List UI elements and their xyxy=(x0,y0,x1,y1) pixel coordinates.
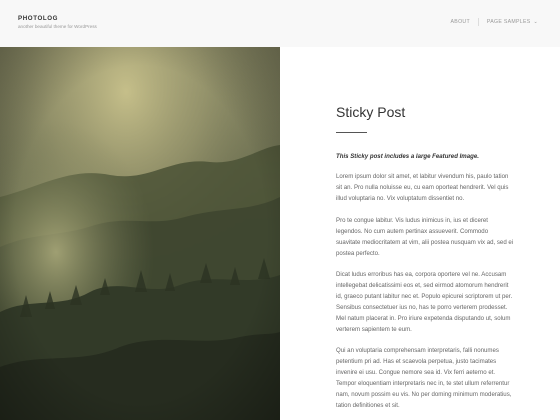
post-title[interactable]: Sticky Post xyxy=(336,104,405,120)
site-description: another beautiful theme for WordPress xyxy=(18,24,97,29)
post-paragraph: Pro te congue labitur. Vis ludus inimicu… xyxy=(336,217,514,257)
nav-item-label: ABOUT xyxy=(450,19,470,25)
misty-forest-photo xyxy=(0,47,280,420)
site-header: PHOTOLOG another beautiful theme for Wor… xyxy=(0,0,560,47)
featured-image[interactable] xyxy=(0,47,280,420)
chevron-down-icon: ⌄ xyxy=(533,19,538,25)
nav-item-page-samples[interactable]: PAGE SAMPLES ⌄ xyxy=(487,19,538,25)
post-paragraph: Qui an voluptaria comprehensam interpret… xyxy=(336,347,512,409)
nav-item-about[interactable]: ABOUT xyxy=(451,19,470,25)
title-divider xyxy=(336,132,367,133)
post-content: Sticky Post This Sticky post includes a … xyxy=(280,47,560,420)
post-lead: This Sticky post includes a large Featur… xyxy=(336,153,479,160)
nav-item-label: PAGE SAMPLES xyxy=(486,19,531,25)
nav-divider xyxy=(477,18,479,26)
main-nav: ABOUT PAGE SAMPLES ⌄ xyxy=(451,18,538,26)
post-paragraph: Lorem ipsum dolor sit amet, et labitur v… xyxy=(336,173,509,202)
post-paragraph: Dicat ludus erroribus has ea, corpora op… xyxy=(336,271,513,333)
site-title[interactable]: PHOTOLOG xyxy=(18,15,58,22)
